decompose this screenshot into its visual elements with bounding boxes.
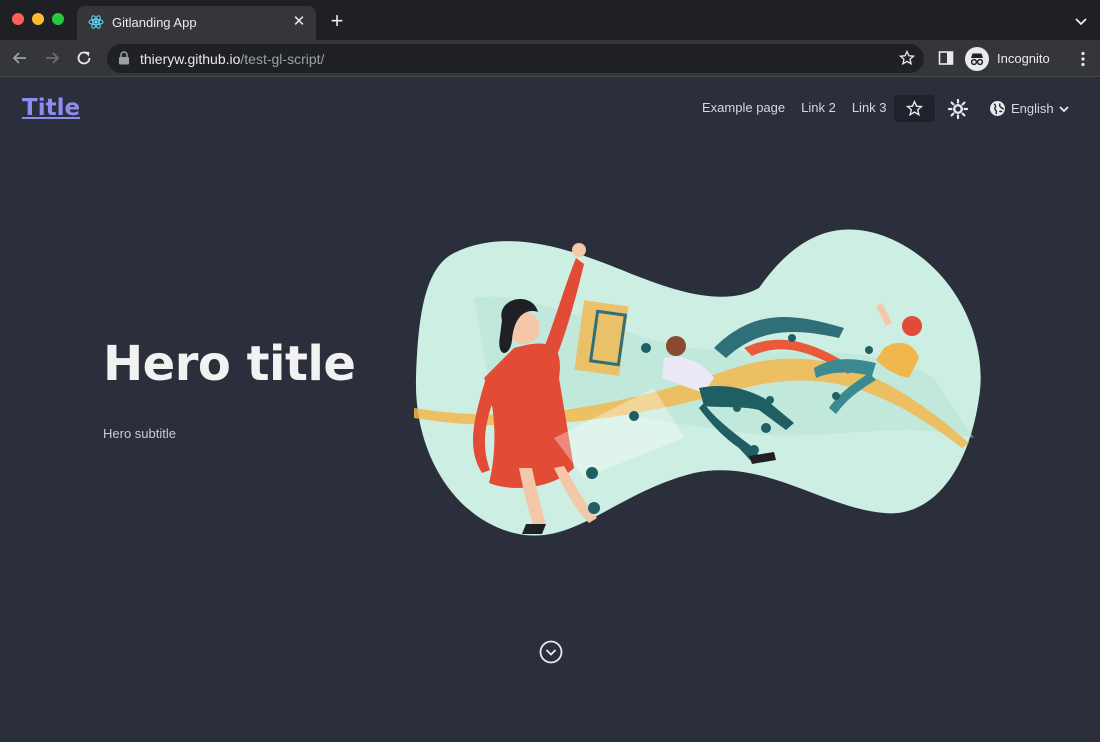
sun-icon[interactable]: [947, 98, 969, 120]
incognito-profile-button[interactable]: Incognito: [965, 46, 1050, 71]
back-arrow-icon[interactable]: [10, 48, 30, 68]
minimize-window-button[interactable]: [32, 13, 44, 25]
tab-title: Gitlanding App: [112, 15, 197, 30]
incognito-label: Incognito: [997, 51, 1050, 66]
chevron-down-circle-icon[interactable]: [539, 640, 563, 664]
browser-toolbar: thieryw.github.io/test-gl-script/ Incogn…: [0, 40, 1100, 77]
hero-title: Hero title: [103, 336, 356, 392]
side-panel-icon[interactable]: [938, 50, 954, 66]
browser-tab[interactable]: Gitlanding App ✕: [77, 6, 316, 40]
nav-link-2[interactable]: Link 2: [801, 100, 836, 115]
browser-tab-strip: Gitlanding App ✕ +: [0, 0, 1100, 40]
hero-subtitle: Hero subtitle: [103, 426, 176, 441]
page: Title Example page Link 2 Link 3 English…: [0, 78, 1100, 742]
bookmark-star-icon[interactable]: [899, 50, 915, 66]
globe-icon: [990, 101, 1005, 116]
hero-illustration: [414, 229, 981, 536]
forward-arrow-icon[interactable]: [42, 48, 62, 68]
url-text: thieryw.github.io/test-gl-script/: [140, 51, 325, 67]
github-star-button[interactable]: [894, 95, 935, 122]
site-title-link[interactable]: Title: [22, 95, 80, 121]
close-tab-icon[interactable]: ✕: [290, 13, 308, 31]
header-nav: Example page Link 2 Link 3: [702, 100, 903, 115]
maximize-window-button[interactable]: [52, 13, 64, 25]
language-selector[interactable]: English: [989, 100, 1071, 117]
tab-search-chevron-icon[interactable]: [1072, 12, 1090, 30]
new-tab-button[interactable]: +: [327, 10, 347, 32]
address-bar[interactable]: thieryw.github.io/test-gl-script/: [107, 44, 924, 73]
browser-menu-icon[interactable]: [1075, 50, 1091, 68]
nav-link-example-page[interactable]: Example page: [702, 100, 785, 115]
lock-icon: [119, 51, 129, 65]
chevron-down-icon: [1059, 105, 1069, 112]
react-icon: [88, 15, 104, 29]
close-window-button[interactable]: [12, 13, 24, 25]
nav-link-3[interactable]: Link 3: [852, 100, 887, 115]
reload-icon[interactable]: [74, 48, 94, 68]
language-label: English: [1011, 101, 1054, 116]
star-icon: [906, 100, 923, 117]
incognito-icon: [965, 46, 989, 71]
